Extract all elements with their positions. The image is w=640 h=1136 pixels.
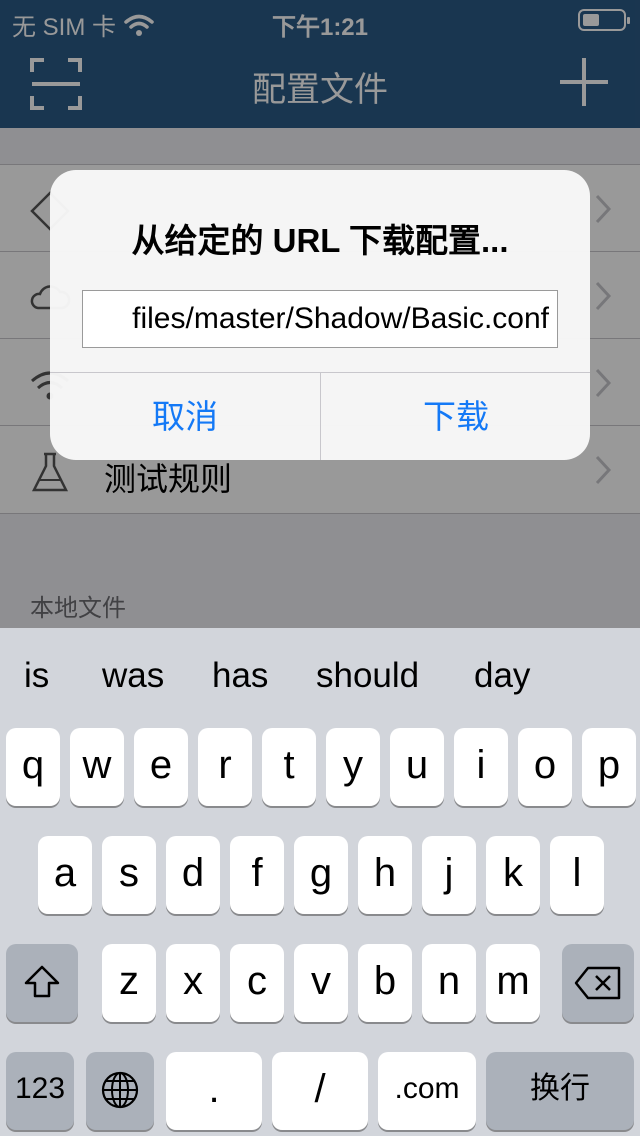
key-p[interactable]: p (582, 728, 636, 806)
key-dot[interactable]: . (166, 1052, 262, 1130)
key-e[interactable]: e (134, 728, 188, 806)
shift-key[interactable] (6, 944, 78, 1022)
key-x[interactable]: x (166, 944, 220, 1022)
key-a[interactable]: a (38, 836, 92, 914)
backspace-icon (574, 966, 621, 1000)
key-m[interactable]: m (486, 944, 540, 1022)
key-dotcom[interactable]: .com (378, 1052, 476, 1130)
cancel-button[interactable]: 取消 (50, 373, 320, 460)
key-z[interactable]: z (102, 944, 156, 1022)
key-g[interactable]: g (294, 836, 348, 914)
keyboard: is was has should day q w e r t y u i o … (0, 628, 640, 1136)
key-u[interactable]: u (390, 728, 444, 806)
key-c[interactable]: c (230, 944, 284, 1022)
key-q[interactable]: q (6, 728, 60, 806)
suggestion-item[interactable]: is (24, 656, 49, 696)
key-i[interactable]: i (454, 728, 508, 806)
key-r[interactable]: r (198, 728, 252, 806)
suggestion-item[interactable]: should (316, 656, 419, 696)
download-alert: 从给定的 URL 下载配置... files/master/Shadow/Bas… (50, 170, 590, 460)
url-input[interactable]: files/master/Shadow/Basic.conf (82, 290, 558, 348)
key-l[interactable]: l (550, 836, 604, 914)
key-slash[interactable]: / (272, 1052, 368, 1130)
globe-icon (101, 1071, 139, 1109)
key-s[interactable]: s (102, 836, 156, 914)
shift-icon (24, 965, 60, 998)
suggestion-item[interactable]: was (102, 656, 164, 696)
suggestion-item[interactable]: day (474, 656, 530, 696)
numbers-key[interactable]: 123 (6, 1052, 74, 1130)
key-k[interactable]: k (486, 836, 540, 914)
suggestion-item[interactable]: has (212, 656, 268, 696)
key-w[interactable]: w (70, 728, 124, 806)
key-v[interactable]: v (294, 944, 348, 1022)
suggestion-bar: is was has should day (0, 628, 640, 724)
key-f[interactable]: f (230, 836, 284, 914)
key-d[interactable]: d (166, 836, 220, 914)
alert-title: 从给定的 URL 下载配置... (131, 222, 509, 259)
key-o[interactable]: o (518, 728, 572, 806)
key-t[interactable]: t (262, 728, 316, 806)
key-h[interactable]: h (358, 836, 412, 914)
globe-key[interactable] (86, 1052, 154, 1130)
key-y[interactable]: y (326, 728, 380, 806)
return-key[interactable]: 换行 (486, 1052, 634, 1130)
key-j[interactable]: j (422, 836, 476, 914)
key-b[interactable]: b (358, 944, 412, 1022)
delete-key[interactable] (562, 944, 634, 1022)
download-button[interactable]: 下载 (321, 373, 590, 460)
key-n[interactable]: n (422, 944, 476, 1022)
